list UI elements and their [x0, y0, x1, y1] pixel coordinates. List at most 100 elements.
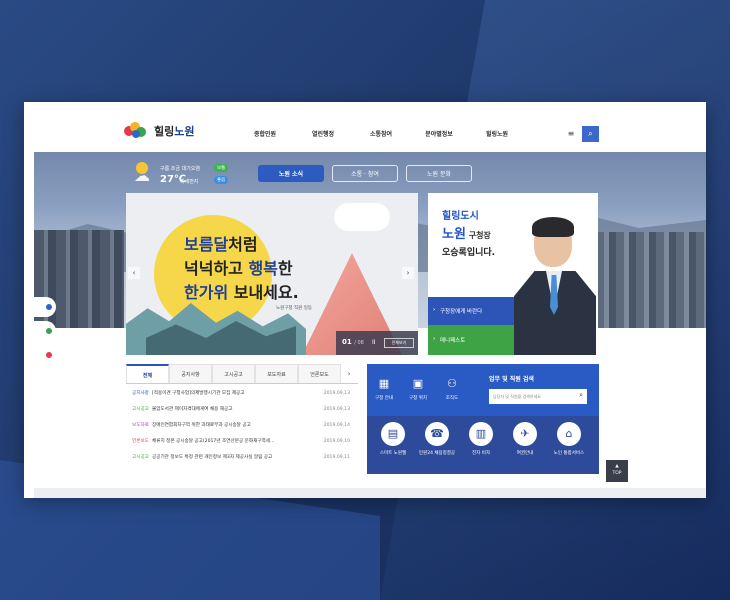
air-quality-badge: 보통 [214, 164, 229, 172]
nav-item-healing[interactable]: 힐링노원 [468, 129, 526, 138]
nav-item-info[interactable]: 분야별정보 [410, 129, 468, 138]
service-shortcut[interactable]: ▥ 전자 비자 [461, 422, 501, 456]
service-icon: ✈ [513, 422, 537, 446]
mayor-panel: 힐링도시 노원 구청장 오승록입니다. › 구청장에게 바란다 › 매니페스토 [428, 193, 598, 355]
notice-row[interactable]: 고시공고 불암도서관 제이자격대에게여 채용 재공고 2019.09.13 [126, 402, 358, 416]
slide-signature: 노원구청 직원 일동 [276, 306, 312, 311]
service-label: 민원24 채용청결공 [418, 451, 456, 456]
mayor-title: 노원 구청장 [442, 227, 491, 242]
slide-prev-button[interactable]: ‹ [128, 267, 140, 279]
tab-culture[interactable]: 노원 문화 [406, 165, 472, 182]
mayor-photo [514, 211, 596, 355]
weather-widget: ☁ 구름 조금 대기오염 27℃ 미세먼지 보통 좋음 [134, 160, 244, 190]
notice-row[interactable]: 공지사항 [적용이견 구청사업]의제발행시기관 모집 제공고 2019.09.13 [126, 386, 358, 400]
service-guide-button[interactable]: ▦ 구정 안내 [371, 376, 397, 401]
notice-title[interactable]: 공공기관 정보도 특정 관련 개인정보 제3자 제공사실 알림 공고 [152, 454, 310, 460]
service-label: 스마트 노원웹 [379, 451, 407, 456]
notice-category: 고시공고 [132, 407, 149, 412]
notice-title[interactable]: 장애인연합회자구역 위한 과태료부과 공시송달 공고 [152, 422, 310, 428]
arrow-up-icon: ▲ [615, 464, 619, 469]
service-box: ▦ 구정 안내 ▣ 구청 위치 ⚇ 조직도 업무 및 직원 검색 담당자 및 직원을 … [367, 364, 599, 474]
quick-link-3[interactable] [34, 345, 56, 365]
notice-board: 전체 공지사항 고시공고 보도자료 언론보도 › 공지사항 [적용이견 구청사업]… [126, 364, 358, 484]
service-icon: ▥ [469, 422, 493, 446]
mayor-slogan: 힐링도시 [442, 211, 479, 222]
cloud-image [334, 203, 390, 231]
notice-title[interactable]: 불암도서관 제이자격대에게여 채용 재공고 [152, 406, 310, 412]
search-icon[interactable]: ⌕ [582, 126, 599, 142]
logo-main: 노원 [174, 125, 195, 138]
service-shortcut[interactable]: ✈ 여권안내 [505, 422, 545, 456]
notice-row[interactable]: 언론보도 체류지 정본 공시송달 공고(2017년 조연산분공 문화재구역세...… [126, 434, 358, 448]
building-icon: ▦ [378, 377, 390, 390]
map-icon: ▣ [412, 377, 424, 390]
pause-button[interactable]: II [372, 339, 376, 346]
site-logo[interactable]: 힐링노원 [124, 122, 195, 140]
notice-date: 2019.09.11 [323, 454, 350, 460]
view-all-button[interactable]: 전체보기 [384, 338, 414, 348]
notice-category: 공지사항 [132, 391, 149, 396]
logo-text: 힐링노원 [154, 123, 195, 139]
notice-category: 고시공고 [132, 455, 149, 460]
slide-line-1: 보름달처럼 [184, 235, 258, 254]
menu-icon[interactable]: ≡ [565, 128, 577, 140]
scroll-top-button[interactable]: ▲ TOP [606, 460, 628, 482]
weather-dust-label: 미세먼지 [180, 179, 199, 185]
notice-list: 공지사항 [적용이견 구청사업]의제발행시기관 모집 제공고 2019.09.13 고… [126, 386, 358, 464]
search-icon[interactable]: ⌕ [579, 391, 583, 400]
service-shortcut[interactable]: ▤ 스마트 노원웹 [373, 422, 413, 456]
tab-media[interactable]: 언론보도 [298, 364, 341, 383]
staff-search-input[interactable]: 담당자 및 직원을 검색하세요 ⌕ [489, 389, 587, 404]
slide-next-button[interactable]: › [402, 267, 414, 279]
mayor-name: 오승록입니다. [442, 248, 496, 258]
cloud-icon: ☁ [134, 166, 150, 185]
slide-line-2: 넉넉하고 행복한 [184, 259, 293, 278]
quick-links [34, 297, 56, 369]
org-chart-icon: ⚇ [447, 377, 457, 390]
notice-row[interactable]: 고시공고 공공기관 정보도 특정 관련 개인정보 제3자 제공사실 알림 공고 20… [126, 450, 358, 464]
notice-category: 언론보도 [132, 439, 149, 444]
slide-line-3: 한가위 보내세요. [184, 283, 299, 302]
service-label: 전자 비자 [472, 451, 490, 456]
service-icon: ▤ [381, 422, 405, 446]
tab-notice[interactable]: 공지사항 [169, 364, 212, 383]
weather-condition: 구름 조금 대기오염 [160, 166, 200, 172]
service-label: 노인 통합서비스 [553, 451, 585, 456]
slide-controls: 01 / 08 II 전체보기 [336, 331, 418, 355]
notice-category: 보도자료 [132, 423, 149, 428]
slide-banner[interactable]: 보름달처럼 넉넉하고 행복한 한가위 보내세요. 노원구청 직원 일동 01 /… [126, 193, 418, 355]
nav-item-admin[interactable]: 열린행정 [294, 129, 352, 138]
service-shortcut[interactable]: ☎ 민원24 채용청결공 [417, 422, 457, 456]
notice-date: 2019.09.10 [323, 438, 350, 444]
tab-news[interactable]: 노원 소식 [258, 165, 324, 182]
manifesto-button[interactable]: › 매니페스토 [428, 325, 514, 355]
service-icon: ☎ [425, 422, 449, 446]
service-location-button[interactable]: ▣ 구청 위치 [405, 376, 431, 401]
mayor-request-button[interactable]: › 구청장에게 바란다 [428, 297, 514, 325]
visual-tabs: 노원 소식 소통 · 참여 노원 문화 [258, 165, 472, 182]
nav-item-civil[interactable]: 종합민원 [236, 129, 294, 138]
service-shortcut[interactable]: ⌂ 노인 통합서비스 [549, 422, 589, 456]
site-header: 힐링노원 종합민원 열린행정 소통참여 분야별정보 힐링노원 ≡ ⌕ [24, 102, 706, 152]
footer-strip [34, 488, 706, 498]
tab-participation[interactable]: 소통 · 참여 [332, 165, 398, 182]
service-label: 여권안내 [516, 451, 534, 456]
service-icon: ⌂ [557, 422, 581, 446]
notice-title[interactable]: 체류지 정본 공시송달 공고(2017년 조연산분공 문화재구역세... [152, 438, 310, 444]
notice-date: 2019.09.13 [323, 406, 350, 412]
quick-link-2[interactable] [34, 321, 56, 341]
dust-badge: 좋음 [214, 176, 229, 184]
notice-row[interactable]: 보도자료 장애인연합회자구역 위한 과태료부과 공시송달 공고 2019.09.14 [126, 418, 358, 432]
global-nav: 종합민원 열린행정 소통참여 분야별정보 힐링노원 [236, 129, 526, 138]
notice-title[interactable]: [적용이견 구청사업]의제발행시기관 모집 제공고 [152, 390, 310, 396]
website-mockup: 힐링노원 종합민원 열린행정 소통참여 분야별정보 힐링노원 ≡ ⌕ ☁ 구름 … [24, 102, 706, 498]
tab-press[interactable]: 보도자료 [255, 364, 298, 383]
nav-item-participation[interactable]: 소통참여 [352, 129, 410, 138]
quick-link-1[interactable] [34, 297, 56, 317]
tab-all[interactable]: 전체 [126, 364, 169, 383]
notice-more-button[interactable]: › [341, 364, 357, 383]
tab-announcement[interactable]: 고시공고 [212, 364, 255, 383]
logo-icon [124, 122, 150, 140]
service-org-button[interactable]: ⚇ 조직도 [439, 376, 465, 401]
notice-date: 2019.09.13 [323, 390, 350, 396]
